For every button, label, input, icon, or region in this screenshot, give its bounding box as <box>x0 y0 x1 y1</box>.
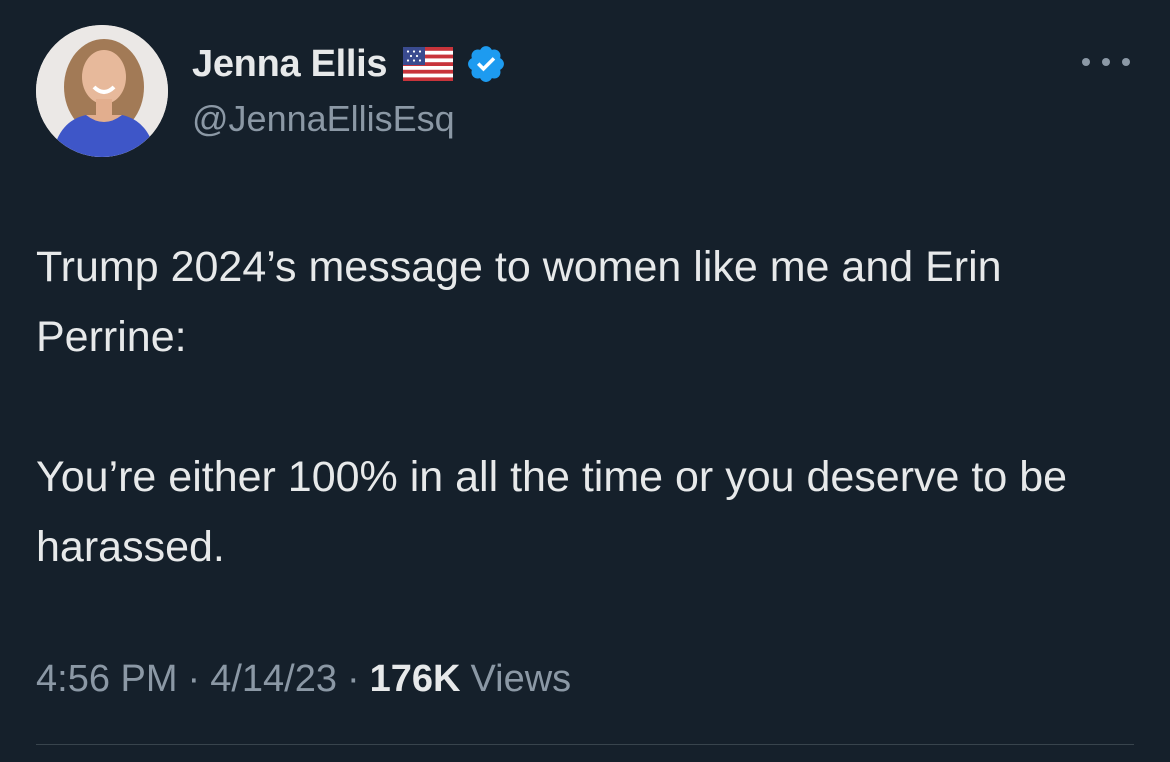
views-count: 176K <box>369 658 461 700</box>
more-dot <box>1102 58 1110 66</box>
tweet: Jenna Ellis @JennaEllisEsq Trump 2024’s … <box>0 0 1170 762</box>
author-name[interactable]: Jenna Ellis <box>192 43 388 86</box>
tweet-paragraph: You’re either 100% in all the time or yo… <box>36 453 1068 571</box>
tweet-meta: 4:56 PM · 4/14/23 · 176K Views <box>36 658 571 701</box>
divider <box>36 744 1134 745</box>
meta-separator: · <box>346 658 360 700</box>
tweet-time[interactable]: 4:56 PM <box>36 658 178 701</box>
tweet-paragraph: Trump 2024’s message to women like me an… <box>36 243 1002 361</box>
author-handle[interactable]: @JennaEllisEsq <box>192 98 455 140</box>
views-label: Views <box>470 658 572 700</box>
us-flag-icon <box>403 47 454 81</box>
more-dot <box>1122 58 1130 66</box>
tweet-date[interactable]: 4/14/23 <box>210 658 337 701</box>
meta-separator: · <box>187 658 201 700</box>
tweet-text: Trump 2024’s message to women like me an… <box>36 232 1146 582</box>
avatar[interactable] <box>36 25 168 157</box>
more-dot <box>1082 58 1090 66</box>
author-name-row: Jenna Ellis <box>192 40 507 88</box>
verified-badge-icon[interactable] <box>465 43 507 85</box>
more-options-icon[interactable] <box>1082 50 1130 74</box>
